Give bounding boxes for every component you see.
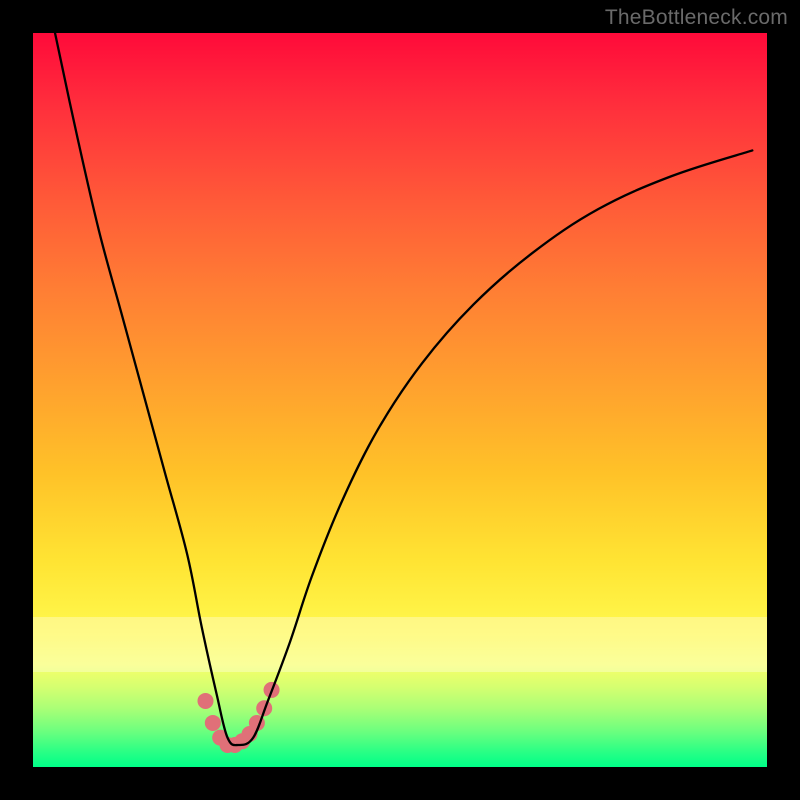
curve-layer [33,33,767,767]
curve-marker [212,730,228,746]
bottleneck-curve [55,33,752,745]
pale-yellow-band [33,617,767,672]
plot-area [33,33,767,767]
curve-marker [249,715,265,731]
curve-marker [205,715,221,731]
curve-markers [197,682,279,753]
watermark-text: TheBottleneck.com [605,6,788,30]
curve-marker [220,737,236,753]
curve-marker [264,682,280,698]
curve-marker [197,693,213,709]
chart-frame: TheBottleneck.com [0,0,800,800]
curve-marker [242,726,258,742]
curve-marker [234,733,250,749]
curve-marker [227,737,243,753]
curve-marker [256,700,272,716]
